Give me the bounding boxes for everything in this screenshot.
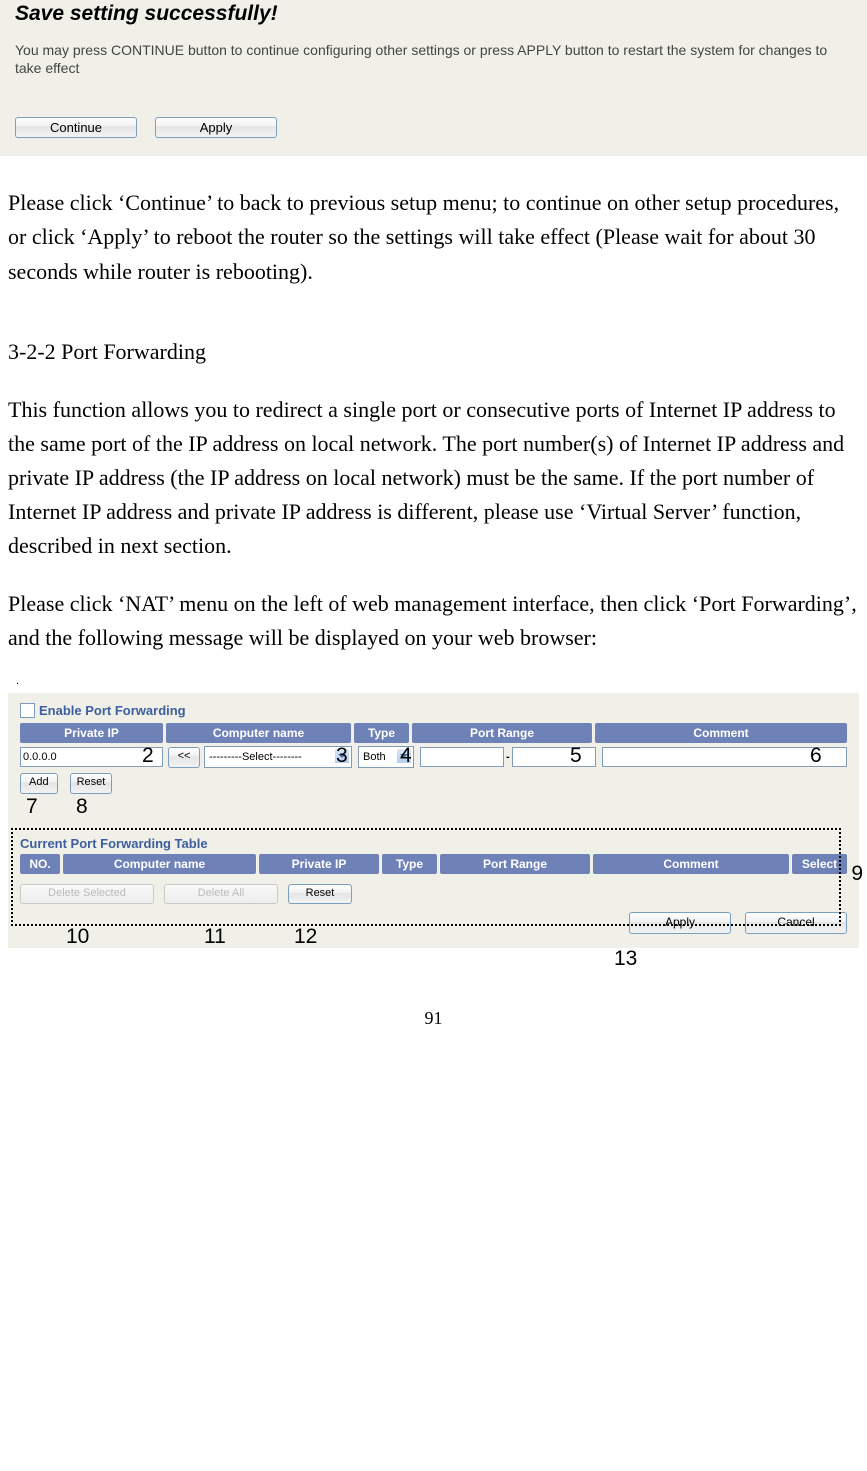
annotation-10: 10 — [66, 925, 89, 949]
dotted-highlight-box — [11, 828, 841, 926]
header-comment: Comment — [595, 723, 847, 743]
header-port-range: Port Range — [412, 723, 592, 743]
type-select-value: Both — [363, 751, 386, 763]
annotation-12: 12 — [294, 925, 317, 949]
annotation-11: 11 — [204, 925, 226, 949]
save-description: You may press CONTINUE button to continu… — [15, 41, 852, 77]
continue-button[interactable]: Continue — [15, 117, 137, 138]
copy-name-button[interactable]: << — [168, 747, 200, 768]
computer-name-select-value: ---------Select-------- — [209, 751, 302, 763]
annotation-2: 2 — [142, 744, 154, 768]
header-computer-name: Computer name — [166, 723, 351, 743]
figure-dot: . — [16, 675, 859, 687]
annotation-5: 5 — [570, 744, 582, 768]
annotation-8: 8 — [76, 795, 88, 819]
page-number: 91 — [0, 1008, 867, 1049]
enable-label: Enable Port Forwarding — [39, 703, 186, 718]
body-content: Please click ‘Continue’ to back to previ… — [0, 156, 867, 655]
port-end-input[interactable] — [512, 747, 596, 767]
add-reset-row: Add Reset 7 8 — [20, 773, 847, 794]
pf-header-row: Private IP Computer name Type Port Range… — [20, 723, 847, 743]
annotation-9: 9 — [851, 862, 863, 886]
apply-button[interactable]: Apply — [155, 117, 277, 138]
save-heading: Save setting successfully! — [15, 0, 852, 26]
annotation-4: 4 — [400, 744, 412, 768]
header-type: Type — [354, 723, 409, 743]
add-button[interactable]: Add — [20, 773, 58, 794]
save-buttons-row: Continue Apply — [15, 117, 852, 138]
annotation-7: 7 — [26, 795, 38, 819]
port-forwarding-figure: . Enable Port Forwarding Private IP Comp… — [8, 675, 859, 948]
annotation-6: 6 — [810, 744, 822, 768]
paragraph-pf-nav: Please click ‘NAT’ menu on the left of w… — [8, 587, 859, 655]
port-start-input[interactable] — [420, 747, 504, 767]
enable-port-forwarding-row: Enable Port Forwarding — [20, 703, 847, 718]
enable-checkbox[interactable] — [20, 703, 35, 718]
save-panel: Save setting successfully! You may press… — [0, 0, 867, 156]
paragraph-pf-desc: This function allows you to redirect a s… — [8, 393, 859, 563]
paragraph-continue-apply: Please click ‘Continue’ to back to previ… — [8, 186, 859, 288]
computer-name-select[interactable]: ---------Select-------- — [204, 746, 352, 768]
section-heading-port-forwarding: 3-2-2 Port Forwarding — [8, 335, 859, 369]
pf-input-row: << ---------Select-------- Both - 2 3 4 … — [20, 746, 847, 768]
header-private-ip: Private IP — [20, 723, 163, 743]
annotation-3: 3 — [336, 744, 348, 768]
port-range-dash: - — [506, 751, 510, 763]
reset-button[interactable]: Reset — [70, 773, 113, 794]
annotation-13: 13 — [614, 947, 637, 971]
